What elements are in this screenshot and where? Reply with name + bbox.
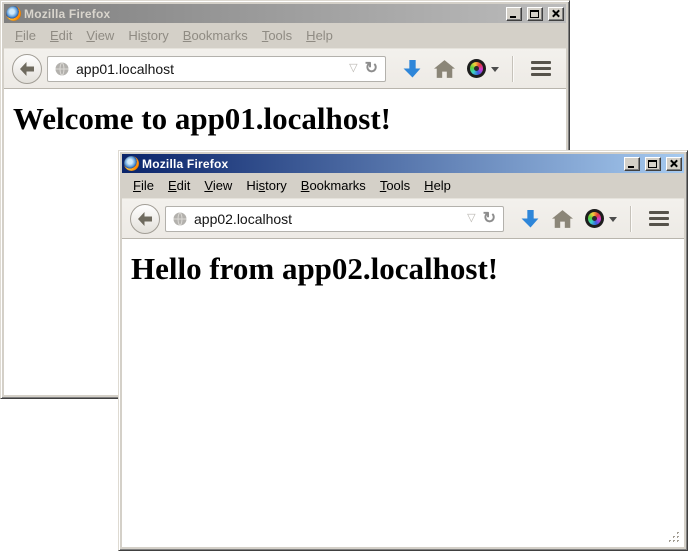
toolbar-separator xyxy=(630,206,631,232)
home-button[interactable] xyxy=(434,60,455,78)
url-dropdown-icon[interactable]: ▽ xyxy=(467,213,475,224)
download-icon xyxy=(403,59,422,78)
url-dropdown-icon[interactable]: ▽ xyxy=(349,63,357,74)
menu-item-history[interactable]: History xyxy=(239,176,293,195)
window-title: Mozilla Firefox xyxy=(24,7,501,21)
home-icon xyxy=(434,60,455,78)
reload-icon[interactable]: ↻ xyxy=(483,211,496,227)
minimize-icon xyxy=(510,16,516,18)
minimize-icon xyxy=(628,166,634,168)
close-icon xyxy=(552,9,560,18)
maximize-icon xyxy=(648,160,657,168)
menu-item-help[interactable]: Help xyxy=(417,176,458,195)
menu-item-history[interactable]: History xyxy=(121,26,175,45)
menu-item-file[interactable]: File xyxy=(8,26,43,45)
download-button[interactable] xyxy=(403,59,422,78)
download-button[interactable] xyxy=(521,209,540,228)
home-button[interactable] xyxy=(552,210,573,228)
navigation-toolbar: app01.localhost ▽ ↻ xyxy=(4,48,566,89)
menubar: File Edit View History Bookmarks Tools H… xyxy=(4,23,566,48)
minimize-button[interactable] xyxy=(506,7,522,21)
maximize-button[interactable] xyxy=(645,157,661,171)
menu-item-bookmarks[interactable]: Bookmarks xyxy=(176,26,255,45)
menu-item-edit[interactable]: Edit xyxy=(43,26,79,45)
minimize-button[interactable] xyxy=(624,157,640,171)
download-icon xyxy=(521,209,540,228)
menu-item-tools[interactable]: Tools xyxy=(255,26,299,45)
back-arrow-icon xyxy=(137,212,153,226)
menu-item-file[interactable]: File xyxy=(126,176,161,195)
window-title: Mozilla Firefox xyxy=(142,157,619,171)
maximize-button[interactable] xyxy=(527,7,543,21)
page-content-app02: Hello from app02.localhost! xyxy=(122,239,684,547)
navigation-toolbar: app02.localhost ▽ ↻ xyxy=(122,198,684,239)
menu-item-view[interactable]: View xyxy=(79,26,121,45)
home-icon xyxy=(552,210,573,228)
hamburger-icon xyxy=(649,211,669,214)
page-heading: Hello from app02.localhost! xyxy=(131,251,684,287)
url-input[interactable]: app02.localhost ▽ ↻ xyxy=(165,206,504,232)
menu-button[interactable] xyxy=(524,56,558,81)
titlebar[interactable]: Mozilla Firefox xyxy=(122,154,684,173)
menubar: File Edit View History Bookmarks Tools H… xyxy=(122,173,684,198)
close-button[interactable] xyxy=(548,7,564,21)
color-wheel-icon xyxy=(467,59,486,78)
hamburger-icon xyxy=(531,61,551,64)
url-text: app01.localhost xyxy=(76,61,342,77)
chevron-down-icon xyxy=(491,67,499,76)
menu-item-view[interactable]: View xyxy=(197,176,239,195)
addon-color-wheel-button[interactable] xyxy=(585,209,617,228)
close-icon xyxy=(670,159,678,168)
back-button[interactable] xyxy=(130,204,160,234)
back-arrow-icon xyxy=(19,62,35,76)
page-heading: Welcome to app01.localhost! xyxy=(13,101,566,137)
addon-color-wheel-button[interactable] xyxy=(467,59,499,78)
back-button[interactable] xyxy=(12,54,42,84)
close-button[interactable] xyxy=(666,157,682,171)
resize-grip[interactable] xyxy=(668,531,670,533)
firefox-logo-icon xyxy=(124,156,139,171)
menu-button[interactable] xyxy=(642,206,676,231)
globe-icon xyxy=(55,62,69,76)
firefox-logo-icon xyxy=(6,6,21,21)
menu-item-edit[interactable]: Edit xyxy=(161,176,197,195)
menu-item-tools[interactable]: Tools xyxy=(373,176,417,195)
titlebar[interactable]: Mozilla Firefox xyxy=(4,4,566,23)
reload-icon[interactable]: ↻ xyxy=(365,61,378,77)
url-input[interactable]: app01.localhost ▽ ↻ xyxy=(47,56,386,82)
browser-window-app02[interactable]: Mozilla Firefox File Edit View History B… xyxy=(118,150,688,551)
color-wheel-icon xyxy=(585,209,604,228)
toolbar-separator xyxy=(512,56,513,82)
menu-item-help[interactable]: Help xyxy=(299,26,340,45)
globe-icon xyxy=(173,212,187,226)
url-text: app02.localhost xyxy=(194,211,460,227)
maximize-icon xyxy=(530,10,539,18)
menu-item-bookmarks[interactable]: Bookmarks xyxy=(294,176,373,195)
chevron-down-icon xyxy=(609,217,617,226)
